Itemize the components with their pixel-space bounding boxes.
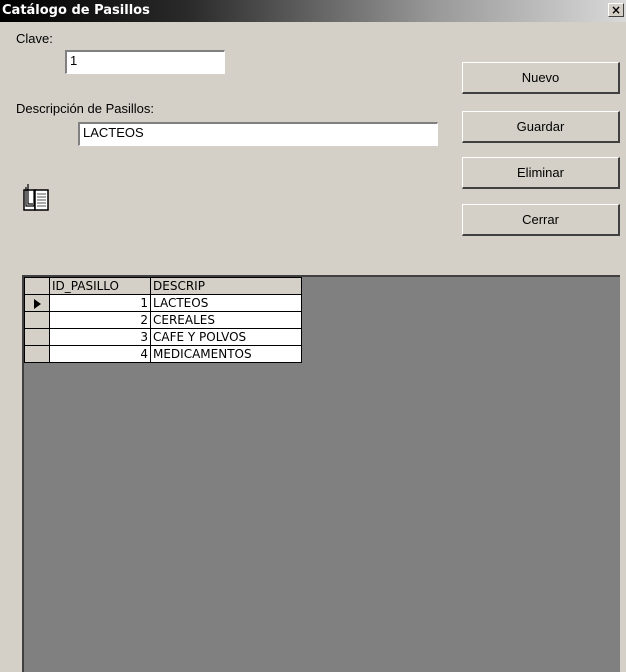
clave-label: Clave: — [16, 31, 53, 46]
current-row-arrow-icon — [33, 298, 41, 309]
clave-input[interactable]: 1 — [65, 50, 225, 74]
table-row[interactable]: 2 CEREALES — [24, 311, 302, 329]
pasillos-grid[interactable]: ID_PASILLO DESCRIP 1 LACTEOS 2 CEREALES — [22, 275, 620, 672]
close-button[interactable]: × — [608, 3, 624, 17]
descripcion-input[interactable]: LACTEOS — [78, 122, 438, 146]
guardar-button[interactable]: Guardar — [462, 111, 620, 143]
column-header-id-pasillo[interactable]: ID_PASILLO — [49, 277, 151, 295]
grid-header-row: ID_PASILLO DESCRIP — [24, 277, 302, 295]
grid-corner-cell — [24, 277, 50, 295]
column-header-descrip[interactable]: DESCRIP — [150, 277, 302, 295]
eliminar-button[interactable]: Eliminar — [462, 157, 620, 189]
table-row[interactable]: 3 CAFE Y POLVOS — [24, 328, 302, 346]
row-selector[interactable] — [24, 311, 50, 329]
pasillos-table: ID_PASILLO DESCRIP 1 LACTEOS 2 CEREALES — [24, 277, 302, 363]
cell-descrip[interactable]: CAFE Y POLVOS — [150, 328, 302, 346]
book-icon[interactable] — [20, 182, 52, 214]
window-title: Catálogo de Pasillos — [2, 3, 150, 18]
table-row[interactable]: 4 MEDICAMENTOS — [24, 345, 302, 363]
cell-descrip[interactable]: CEREALES — [150, 311, 302, 329]
cell-id-pasillo[interactable]: 4 — [49, 345, 151, 363]
cell-id-pasillo[interactable]: 1 — [49, 294, 151, 312]
nuevo-button[interactable]: Nuevo — [462, 62, 620, 94]
cell-id-pasillo[interactable]: 3 — [49, 328, 151, 346]
title-bar[interactable]: Catálogo de Pasillos × — [0, 0, 626, 22]
cell-descrip[interactable]: LACTEOS — [150, 294, 302, 312]
row-selector[interactable] — [24, 345, 50, 363]
cell-descrip[interactable]: MEDICAMENTOS — [150, 345, 302, 363]
descripcion-label: Descripción de Pasillos: — [16, 101, 155, 116]
table-row[interactable]: 1 LACTEOS — [24, 294, 302, 312]
row-selector[interactable] — [24, 294, 50, 312]
catalogo-pasillos-window: Catálogo de Pasillos × Clave: 1 Descripc… — [0, 0, 626, 672]
close-icon: × — [610, 3, 622, 17]
cell-id-pasillo[interactable]: 2 — [49, 311, 151, 329]
cerrar-button[interactable]: Cerrar — [462, 204, 620, 236]
row-selector[interactable] — [24, 328, 50, 346]
